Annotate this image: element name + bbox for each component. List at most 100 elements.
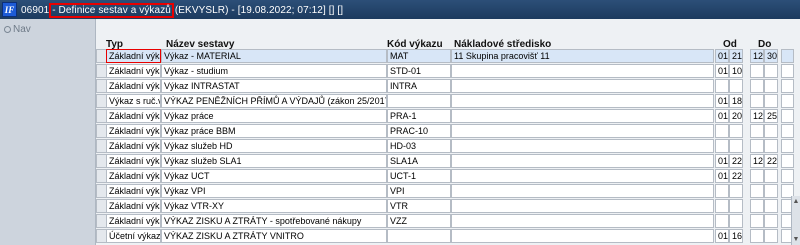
cell-od-month[interactable] xyxy=(729,79,743,93)
cell-do-month[interactable] xyxy=(764,184,778,198)
cell-nakladove-stredisko[interactable] xyxy=(451,64,714,78)
cell-do-month[interactable] xyxy=(764,64,778,78)
table-row[interactable]: Výkaz s ruč.v VÝKAZ PENĚŽNÍCH PŘÍMŮ A VÝD… xyxy=(96,94,800,108)
cell-kod[interactable]: SLA1A xyxy=(387,154,451,168)
cell-od-month[interactable] xyxy=(729,184,743,198)
cell-od-month[interactable]: 22 xyxy=(729,169,743,183)
cell-do-day[interactable] xyxy=(750,94,764,108)
cell-nazev[interactable]: Výkaz - MATERIAL xyxy=(161,49,387,63)
cell-extra[interactable] xyxy=(781,154,794,168)
cell-nakladove-stredisko[interactable] xyxy=(451,94,714,108)
cell-nakladove-stredisko[interactable] xyxy=(451,79,714,93)
cell-extra[interactable] xyxy=(781,49,794,63)
cell-typ[interactable]: Základní výka xyxy=(106,139,161,153)
vertical-scrollbar[interactable]: ▲ ▼ xyxy=(791,196,800,245)
cell-extra[interactable] xyxy=(781,139,794,153)
cell-od-month[interactable] xyxy=(729,214,743,228)
cell-kod[interactable]: UCT-1 xyxy=(387,169,451,183)
cell-od-month[interactable]: 21 xyxy=(729,49,743,63)
cell-kod[interactable]: VZZ xyxy=(387,214,451,228)
cell-nakladove-stredisko[interactable] xyxy=(451,154,714,168)
cell-do-month[interactable]: 22 xyxy=(764,154,778,168)
cell-typ[interactable]: Účetní výkaz xyxy=(106,229,161,243)
scroll-up-icon[interactable]: ▲ xyxy=(792,197,800,206)
cell-typ[interactable]: Základní výka xyxy=(106,154,161,168)
cell-do-day[interactable] xyxy=(750,79,764,93)
table-row[interactable]: Základní výka Výkaz UCT UCT-1 01 22 xyxy=(96,169,800,183)
cell-typ[interactable]: Základní výka xyxy=(106,64,161,78)
cell-od-day[interactable]: 01 xyxy=(715,169,729,183)
cell-do-month[interactable] xyxy=(764,199,778,213)
cell-typ[interactable]: Základní výka xyxy=(106,49,161,63)
cell-do-day[interactable] xyxy=(750,124,764,138)
cell-kod[interactable]: STD-01 xyxy=(387,64,451,78)
cell-typ[interactable]: Základní výka xyxy=(106,169,161,183)
cell-typ[interactable]: Výkaz s ruč.v xyxy=(106,94,161,108)
cell-do-month[interactable]: 30 xyxy=(764,49,778,63)
cell-do-day[interactable] xyxy=(750,139,764,153)
cell-nakladove-stredisko[interactable] xyxy=(451,199,714,213)
cell-nazev[interactable]: Výkaz služeb HD xyxy=(161,139,387,153)
cell-nazev[interactable]: Výkaz práce xyxy=(161,109,387,123)
cell-kod[interactable]: VTR xyxy=(387,199,451,213)
table-row[interactable]: Základní výka Výkaz VPI VPI xyxy=(96,184,800,198)
cell-do-month[interactable] xyxy=(764,124,778,138)
cell-od-month[interactable]: 10 xyxy=(729,64,743,78)
cell-nazev[interactable]: VÝKAZ ZISKU A ZTRÁTY VNITRO xyxy=(161,229,387,243)
cell-nazev[interactable]: Výkaz INTRASTAT xyxy=(161,79,387,93)
cell-do-month[interactable]: 25 xyxy=(764,109,778,123)
table-row[interactable]: Základní výka Výkaz - studium STD-01 01 10 xyxy=(96,64,800,78)
cell-extra[interactable] xyxy=(781,94,794,108)
cell-nazev[interactable]: Výkaz - studium xyxy=(161,64,387,78)
cell-do-month[interactable] xyxy=(764,139,778,153)
cell-kod[interactable] xyxy=(387,229,451,243)
cell-kod[interactable]: MAT xyxy=(387,49,451,63)
cell-nazev[interactable]: Výkaz UCT xyxy=(161,169,387,183)
cell-extra[interactable] xyxy=(781,109,794,123)
cell-do-day[interactable]: 12 xyxy=(750,154,764,168)
cell-nakladove-stredisko[interactable] xyxy=(451,109,714,123)
cell-od-day[interactable] xyxy=(715,79,729,93)
cell-nakladove-stredisko[interactable] xyxy=(451,169,714,183)
table-row[interactable]: Základní výka Výkaz služeb SLA1 SLA1A 01 22 1… xyxy=(96,154,800,168)
cell-od-month[interactable] xyxy=(729,199,743,213)
cell-od-day[interactable] xyxy=(715,214,729,228)
cell-typ[interactable]: Základní výka xyxy=(106,184,161,198)
cell-kod[interactable]: HD-03 xyxy=(387,139,451,153)
cell-do-month[interactable] xyxy=(764,229,778,243)
cell-od-day[interactable]: 01 xyxy=(715,109,729,123)
table-row[interactable]: Základní výka VÝKAZ ZISKU A ZTRÁTY - spot… xyxy=(96,214,800,228)
cell-od-day[interactable] xyxy=(715,184,729,198)
cell-nazev[interactable]: VÝKAZ PENĚŽNÍCH PŘÍMŮ A VÝDAJŮ (zákon 25… xyxy=(161,94,387,108)
cell-nakladove-stredisko[interactable] xyxy=(451,124,714,138)
cell-typ[interactable]: Základní výka xyxy=(106,199,161,213)
table-row[interactable]: Základní výka Výkaz práce PRA-1 01 20 12 25 xyxy=(96,109,800,123)
cell-do-day[interactable] xyxy=(750,229,764,243)
cell-do-month[interactable] xyxy=(764,169,778,183)
cell-do-day[interactable] xyxy=(750,214,764,228)
cell-typ[interactable]: Základní výka xyxy=(106,214,161,228)
cell-kod[interactable]: INTRA xyxy=(387,79,451,93)
cell-extra[interactable] xyxy=(781,64,794,78)
table-row[interactable]: Základní výka Výkaz služeb HD HD-03 xyxy=(96,139,800,153)
cell-do-month[interactable] xyxy=(764,79,778,93)
cell-od-day[interactable] xyxy=(715,124,729,138)
cell-nazev[interactable]: Výkaz VTR-XY xyxy=(161,199,387,213)
cell-od-month[interactable] xyxy=(729,124,743,138)
cell-od-day[interactable]: 01 xyxy=(715,94,729,108)
table-row[interactable]: Základní výka Výkaz práce BBM PRAC-10 xyxy=(96,124,800,138)
cell-kod[interactable]: PRA-1 xyxy=(387,109,451,123)
cell-extra[interactable] xyxy=(781,124,794,138)
cell-od-month[interactable] xyxy=(729,139,743,153)
cell-od-month[interactable]: 20 xyxy=(729,109,743,123)
cell-do-day[interactable] xyxy=(750,184,764,198)
cell-od-day[interactable]: 01 xyxy=(715,64,729,78)
cell-do-month[interactable] xyxy=(764,214,778,228)
cell-nakladove-stredisko[interactable] xyxy=(451,184,714,198)
cell-nazev[interactable]: VÝKAZ ZISKU A ZTRÁTY - spotřebované náku… xyxy=(161,214,387,228)
cell-typ[interactable]: Základní výka xyxy=(106,79,161,93)
nav-toggle[interactable]: Nav xyxy=(4,24,31,35)
cell-od-day[interactable]: 01 xyxy=(715,229,729,243)
cell-extra[interactable] xyxy=(781,169,794,183)
cell-do-month[interactable] xyxy=(764,94,778,108)
